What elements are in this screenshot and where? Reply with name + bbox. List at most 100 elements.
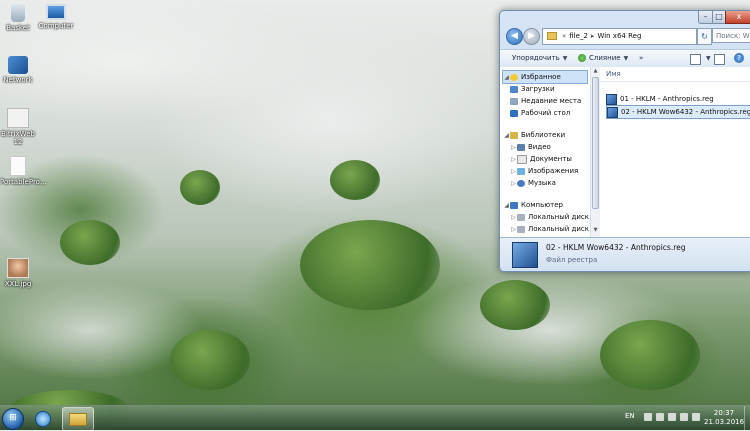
chevron-down-icon: ◢ <box>504 202 509 209</box>
wallpaper-tree <box>60 220 120 265</box>
desktop-icon-label: Basket <box>6 24 30 32</box>
folder-icon <box>547 32 557 40</box>
nav-label: Музыка <box>528 179 556 187</box>
organize-button[interactable]: Упорядочить ▼ <box>512 50 567 67</box>
address-bar[interactable]: «file_2 ▸ Win x64 Reg <box>542 28 697 45</box>
nav-pictures[interactable]: ▷ Изображения <box>510 165 578 177</box>
nav-local-disk-1[interactable]: ▷ Локальный диск ( <box>510 211 594 223</box>
forward-button[interactable]: ▶ <box>523 28 540 45</box>
desktop-icon-label: PortablePro... <box>0 178 47 186</box>
refresh-icon: ↻ <box>701 32 708 41</box>
documents-icon <box>517 154 527 164</box>
navigation-pane: ◢ Избранное Загрузки Недавние места Рабоч… <box>500 67 594 237</box>
navigation-scrollbar[interactable]: ▲ ▼ <box>590 67 600 237</box>
breadcrumb-segment[interactable]: Win x64 Reg <box>597 32 641 40</box>
downloads-icon <box>510 85 518 93</box>
chevron-right-icon: ▷ <box>511 180 516 187</box>
window-caption[interactable]: – □ x <box>500 11 750 25</box>
view-options-icon[interactable] <box>690 54 701 65</box>
desktop-icon-bitrix[interactable]: BitrixWeb 12 <box>0 108 36 146</box>
clock-time: 20:37 <box>713 409 735 417</box>
taskbar-clock[interactable]: 20:37 21.03.2016 <box>704 409 744 427</box>
nav-label: Компьютер <box>521 201 563 209</box>
desktop-icon-label: XXL.jpg <box>4 280 32 288</box>
image-icon <box>7 258 29 278</box>
desktop-icon-xxl-jpg[interactable]: XXL.jpg <box>0 258 36 288</box>
file-item-selected[interactable]: 02 - HKLM Wow6432 - Anthropics.reg <box>606 105 750 119</box>
close-icon: x <box>736 12 742 21</box>
taskbar-windows-explorer[interactable] <box>62 407 94 431</box>
merge-label: Слияние <box>589 54 621 62</box>
music-icon <box>517 179 525 187</box>
view-dropdown-button[interactable]: ▼ <box>703 50 711 67</box>
tray-flag-icon[interactable] <box>644 413 652 421</box>
chevron-down-icon: ▼ <box>562 55 568 62</box>
tray-network-icon[interactable] <box>668 413 676 421</box>
nav-recent-places[interactable]: Недавние места <box>510 95 581 107</box>
nav-computer[interactable]: ◢ Компьютер <box>503 199 563 211</box>
nav-label: Рабочий стол <box>521 109 571 117</box>
show-desktop-button[interactable] <box>744 406 750 430</box>
windows-start-orb-icon: ⊞ <box>9 413 17 423</box>
merge-button[interactable]: Слияние ▼ <box>578 50 628 67</box>
nav-label: Недавние места <box>521 97 582 105</box>
details-file-type: Файл реестра <box>546 256 598 264</box>
desktop-icon-recycle-bin[interactable]: Basket <box>0 4 36 32</box>
nav-downloads[interactable]: Загрузки <box>510 83 555 95</box>
breadcrumb-segment[interactable]: file_2 <box>569 32 588 40</box>
registry-file-icon <box>606 93 617 105</box>
nav-video[interactable]: ▷ Видео <box>510 141 551 153</box>
close-button[interactable]: x <box>725 11 750 24</box>
start-button[interactable]: ⊞ <box>2 408 24 430</box>
organize-label: Упорядочить <box>512 54 560 62</box>
tray-keyboard-icon[interactable] <box>656 413 664 421</box>
details-pane: 02 - HKLM Wow6432 - Anthropics.reg Файл … <box>500 237 750 271</box>
network-icon <box>8 56 28 74</box>
tray-monitor-icon[interactable] <box>692 413 700 421</box>
desktop-icon <box>510 109 518 117</box>
scrollbar-thumb[interactable] <box>592 77 599 209</box>
search-input[interactable]: Поиск: Win <box>712 28 750 43</box>
window-body: ◢ Избранное Загрузки Недавние места Рабоч… <box>500 67 750 237</box>
nav-local-disk-2[interactable]: ▷ Локальный диск ( <box>510 223 594 235</box>
taskbar-internet-explorer[interactable] <box>28 407 58 429</box>
preview-pane-icon[interactable] <box>714 54 725 65</box>
nav-music[interactable]: ▷ Музыка <box>510 177 556 189</box>
explorer-window[interactable]: – □ x ◀ ▶ «file_2 ▸ Win x64 Reg ↻ Поиск: W… <box>499 10 750 272</box>
back-arrow-icon: ◀ <box>511 31 518 41</box>
refresh-button[interactable]: ↻ <box>697 28 712 45</box>
recent-places-icon <box>510 97 518 105</box>
breadcrumb-separator: ▸ <box>590 32 595 40</box>
nav-favorites[interactable]: ◢ Избранное <box>502 70 588 84</box>
desktop-icon-label: BitrixWeb 12 <box>1 130 35 146</box>
language-indicator[interactable]: EN <box>625 412 635 420</box>
desktop-icon-computer[interactable]: Computer <box>38 4 74 30</box>
back-button[interactable]: ◀ <box>506 28 523 45</box>
maximize-button[interactable]: □ <box>712 11 726 24</box>
chevron-down-icon: ▼ <box>623 55 629 62</box>
scroll-up-icon[interactable]: ▲ <box>591 68 600 74</box>
wallpaper-tree <box>480 280 550 330</box>
minimize-button[interactable]: – <box>698 11 713 24</box>
scroll-down-icon[interactable]: ▼ <box>591 227 600 233</box>
libraries-icon <box>510 131 518 139</box>
more-commands-button[interactable]: » <box>639 50 643 67</box>
address-row: ◀ ▶ «file_2▸Win x64 Reg ↻ Поиск: Win <box>504 27 750 47</box>
clock-date: 21.03.2016 <box>704 418 745 426</box>
desktop-icon-portable[interactable]: PortablePro... <box>0 156 47 186</box>
column-header-name[interactable]: Имя <box>606 70 621 78</box>
desktop-icon-network[interactable]: Network <box>0 56 36 84</box>
nav-libraries[interactable]: ◢ Библиотеки <box>503 129 565 141</box>
chevron-down-icon: ◢ <box>504 132 509 139</box>
help-icon[interactable]: ? <box>734 53 744 63</box>
wallpaper-tree <box>180 170 220 205</box>
wallpaper-tree <box>600 320 700 390</box>
tray-volume-icon[interactable] <box>680 413 688 421</box>
nav-documents[interactable]: ▷ Документы <box>510 153 572 165</box>
video-icon <box>517 143 525 151</box>
file-item[interactable]: 01 - HKLM - Anthropics.reg <box>606 93 718 105</box>
nav-desktop[interactable]: Рабочий стол <box>510 107 570 119</box>
internet-explorer-icon <box>35 411 51 427</box>
nav-label: Документы <box>530 155 572 163</box>
application-icon <box>7 108 29 128</box>
